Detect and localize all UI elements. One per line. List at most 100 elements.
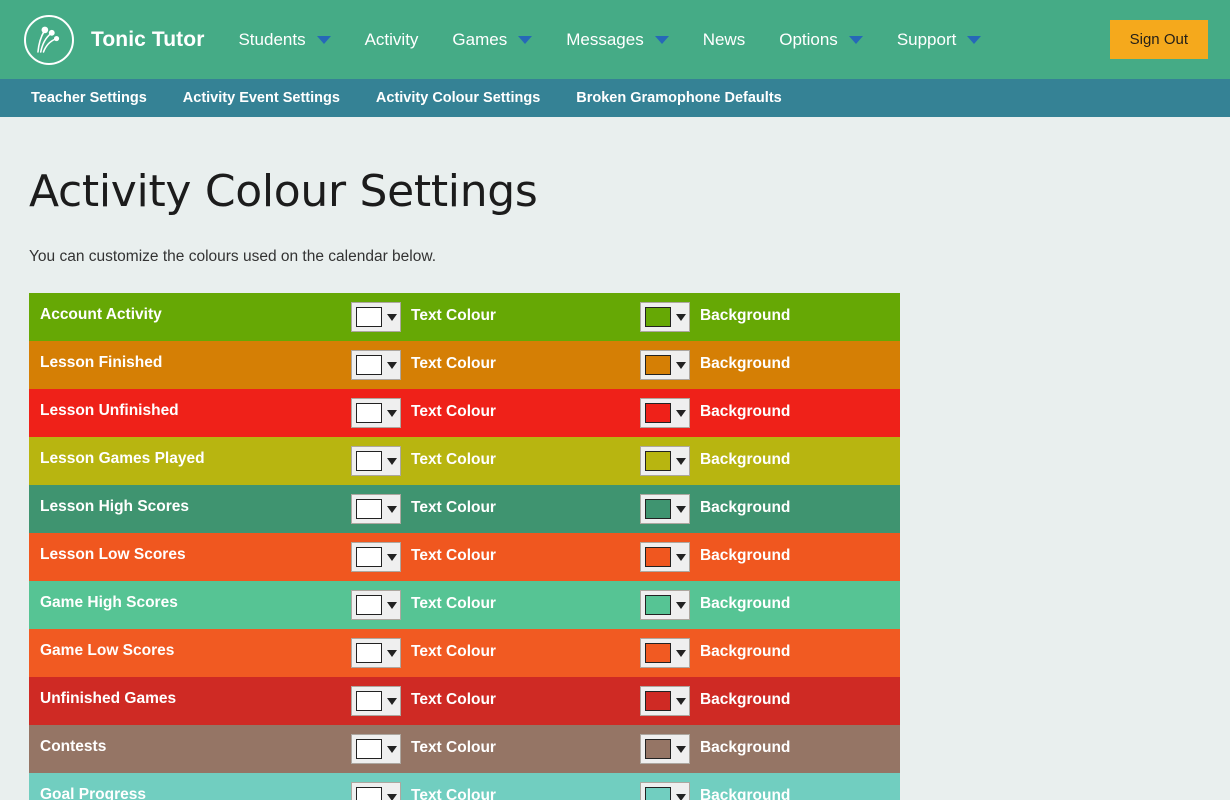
text-colour-swatch xyxy=(356,787,382,800)
colour-setting-row: Goal ProgressText ColourBackground xyxy=(29,773,900,800)
chevron-down-icon xyxy=(387,314,397,321)
brand-block[interactable]: Tonic Tutor xyxy=(24,15,204,65)
text-colour-label: Text Colour xyxy=(411,355,496,373)
text-colour-swatch xyxy=(356,451,382,471)
text-colour-picker[interactable] xyxy=(351,542,401,572)
background-colour-picker[interactable] xyxy=(640,590,690,620)
row-label: Contests xyxy=(29,738,351,756)
chevron-down-icon xyxy=(676,650,686,657)
row-label: Unfinished Games xyxy=(29,690,351,708)
background-colour-picker[interactable] xyxy=(640,782,690,800)
background-colour-control: Background xyxy=(640,542,790,572)
background-label: Background xyxy=(700,307,790,325)
colour-setting-row: Account ActivityText ColourBackground xyxy=(29,293,900,341)
menu-item-messages[interactable]: Messages xyxy=(566,26,668,54)
subnav-item-teacher-settings[interactable]: Teacher Settings xyxy=(31,90,147,106)
text-colour-control: Text Colour xyxy=(351,686,496,716)
background-colour-picker[interactable] xyxy=(640,638,690,668)
colour-setting-row: ContestsText Colour Background xyxy=(29,725,900,773)
text-colour-picker[interactable] xyxy=(351,638,401,668)
menu-item-support[interactable]: Support xyxy=(897,26,982,54)
brand-name: Tonic Tutor xyxy=(91,28,204,52)
background-colour-control: Background xyxy=(640,734,790,764)
chevron-down-icon xyxy=(676,698,686,705)
background-colour-picker[interactable] xyxy=(640,350,690,380)
chevron-down-icon xyxy=(676,314,686,321)
background-colour-control: Background xyxy=(640,782,790,800)
text-colour-picker[interactable] xyxy=(351,398,401,428)
chevron-down-icon xyxy=(387,746,397,753)
text-colour-picker[interactable] xyxy=(351,494,401,524)
background-colour-picker[interactable] xyxy=(640,734,690,764)
menu-item-options[interactable]: Options xyxy=(779,26,863,54)
chevron-down-icon xyxy=(676,794,686,800)
background-label: Background xyxy=(700,451,790,469)
background-colour-swatch xyxy=(645,643,671,663)
background-label: Background xyxy=(700,547,790,565)
chevron-down-icon xyxy=(387,458,397,465)
text-colour-picker[interactable] xyxy=(351,782,401,800)
subnav-item-activity-colour-settings[interactable]: Activity Colour Settings xyxy=(376,90,540,106)
background-label: Background xyxy=(700,355,790,373)
background-colour-swatch xyxy=(645,355,671,375)
text-colour-swatch xyxy=(356,355,382,375)
background-colour-picker[interactable] xyxy=(640,446,690,476)
menu-item-label: News xyxy=(703,30,746,50)
background-colour-swatch xyxy=(645,739,671,759)
row-label: Account Activity xyxy=(29,306,351,324)
background-colour-picker[interactable] xyxy=(640,542,690,572)
row-label: Game Low Scores xyxy=(29,642,351,660)
text-colour-picker[interactable] xyxy=(351,734,401,764)
text-colour-control: Text Colour xyxy=(351,542,496,572)
row-label: Lesson Unfinished xyxy=(29,402,351,420)
text-colour-swatch xyxy=(356,643,382,663)
text-colour-picker[interactable] xyxy=(351,302,401,332)
text-colour-swatch xyxy=(356,547,382,567)
background-colour-control: Background xyxy=(640,686,790,716)
row-label: Lesson Finished xyxy=(29,354,351,372)
subnav-item-broken-gramophone-defaults[interactable]: Broken Gramophone Defaults xyxy=(576,90,781,106)
menu-item-activity[interactable]: Activity xyxy=(365,26,419,54)
background-label: Background xyxy=(700,739,790,757)
background-colour-swatch xyxy=(645,499,671,519)
text-colour-picker[interactable] xyxy=(351,446,401,476)
row-label: Lesson Low Scores xyxy=(29,546,351,564)
chevron-down-icon xyxy=(676,554,686,561)
secondary-navigation-bar: Teacher Settings Activity Event Settings… xyxy=(0,79,1230,117)
text-colour-swatch xyxy=(356,499,382,519)
chevron-down-icon xyxy=(387,554,397,561)
menu-item-news[interactable]: News xyxy=(703,26,746,54)
text-colour-label: Text Colour xyxy=(411,643,496,661)
page-description: You can customize the colours used on th… xyxy=(29,248,1230,266)
text-colour-label: Text Colour xyxy=(411,547,496,565)
chevron-down-icon xyxy=(676,506,686,513)
colour-setting-row: Lesson UnfinishedText ColourBackground xyxy=(29,389,900,437)
background-colour-picker[interactable] xyxy=(640,494,690,524)
text-colour-picker[interactable] xyxy=(351,590,401,620)
text-colour-control: Text Colour xyxy=(351,734,496,764)
page-content: Activity Colour Settings You can customi… xyxy=(0,166,1230,800)
background-colour-control: Background xyxy=(640,638,790,668)
background-colour-swatch xyxy=(645,403,671,423)
background-label: Background xyxy=(700,403,790,421)
menu-item-games[interactable]: Games xyxy=(452,26,532,54)
chevron-down-icon xyxy=(676,746,686,753)
colour-setting-row: Lesson Games PlayedText ColourBackground xyxy=(29,437,900,485)
text-colour-swatch xyxy=(356,739,382,759)
background-colour-picker[interactable] xyxy=(640,302,690,332)
text-colour-swatch xyxy=(356,307,382,327)
background-colour-control: Background xyxy=(640,494,790,524)
sign-out-button[interactable]: Sign Out xyxy=(1110,20,1208,59)
menu-item-label: Games xyxy=(452,30,507,50)
background-colour-picker[interactable] xyxy=(640,398,690,428)
subnav-item-activity-event-settings[interactable]: Activity Event Settings xyxy=(183,90,340,106)
chevron-down-icon xyxy=(387,602,397,609)
menu-item-label: Students xyxy=(238,30,305,50)
text-colour-picker[interactable] xyxy=(351,686,401,716)
background-colour-picker[interactable] xyxy=(640,686,690,716)
menu-item-students[interactable]: Students xyxy=(238,26,330,54)
text-colour-picker[interactable] xyxy=(351,350,401,380)
text-colour-control: Text Colour xyxy=(351,446,496,476)
background-colour-control: Background xyxy=(640,398,790,428)
colour-settings-list: Account ActivityText ColourBackgroundLes… xyxy=(29,293,900,800)
